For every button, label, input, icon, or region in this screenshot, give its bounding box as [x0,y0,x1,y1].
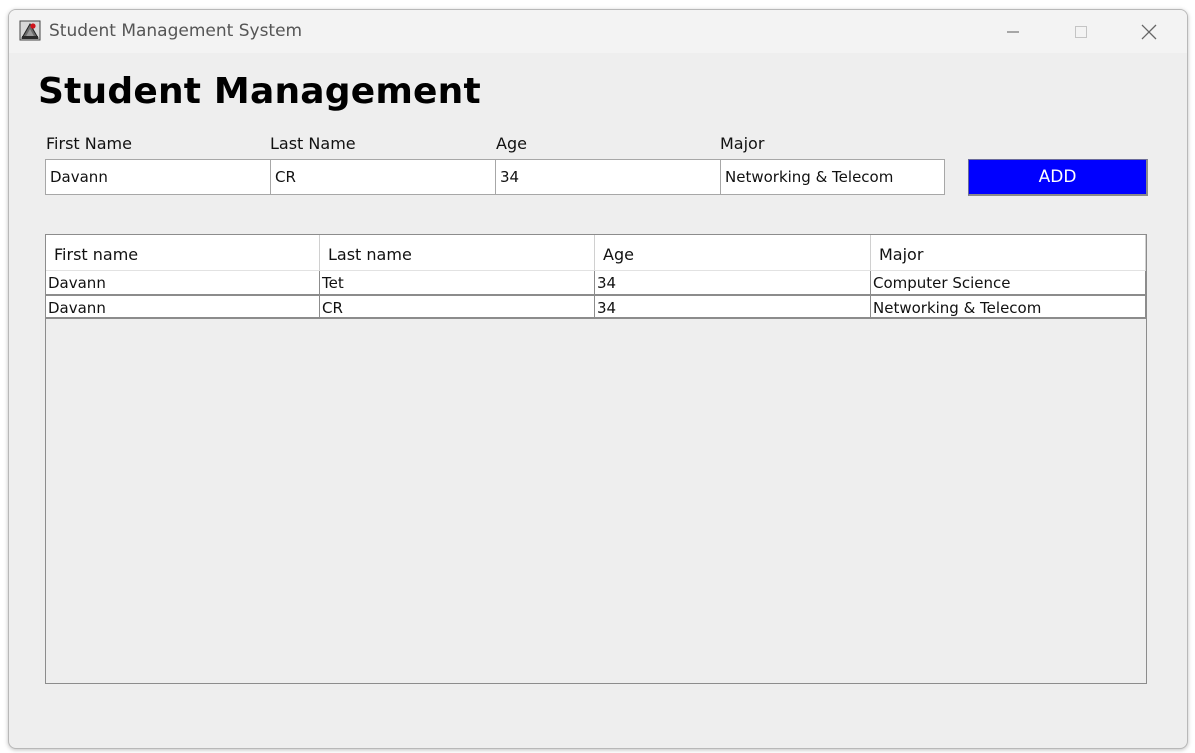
first-name-label: First Name [46,134,132,153]
table-cell[interactable]: Computer Science [871,271,1146,295]
table-cell[interactable]: Davann [46,271,320,295]
table-cell[interactable]: Davann [46,295,320,319]
column-header-major[interactable]: Major [871,235,1146,271]
title-bar[interactable]: Student Management System [9,10,1187,53]
table-cell[interactable]: CR [320,295,595,319]
minimize-icon [1007,30,1019,33]
minimize-button[interactable] [979,10,1047,53]
table-cell[interactable]: 34 [595,295,871,319]
age-label: Age [496,134,527,153]
page-heading: Student Management [38,71,481,112]
java-app-icon [19,20,41,41]
close-button[interactable] [1115,10,1183,53]
major-input[interactable] [720,159,945,195]
age-input[interactable] [495,159,721,195]
add-button[interactable]: ADD [968,159,1148,196]
last-name-input[interactable] [270,159,496,195]
table-row[interactable]: Davann Tet 34 Computer Science [46,271,1146,295]
students-table[interactable]: First name Last name Age Major Davann Te… [45,234,1147,684]
column-header-last-name[interactable]: Last name [320,235,595,271]
table-cell[interactable]: Tet [320,271,595,295]
table-row[interactable]: Davann CR 34 Networking & Telecom [46,295,1146,319]
table-cell[interactable]: Networking & Telecom [871,295,1146,319]
table-header: First name Last name Age Major [46,235,1146,271]
major-label: Major [720,134,765,153]
table-body: Davann Tet 34 Computer Science Davann CR… [46,271,1146,319]
column-header-first-name[interactable]: First name [46,235,320,271]
table-cell[interactable]: 34 [595,271,871,295]
window-title: Student Management System [49,21,303,41]
app-window: Student Management System Student Manage… [8,9,1188,749]
last-name-label: Last Name [270,134,356,153]
column-header-age[interactable]: Age [595,235,871,271]
maximize-icon [1075,25,1087,38]
close-icon [1141,24,1157,39]
maximize-button[interactable] [1047,10,1115,53]
first-name-input[interactable] [45,159,271,195]
